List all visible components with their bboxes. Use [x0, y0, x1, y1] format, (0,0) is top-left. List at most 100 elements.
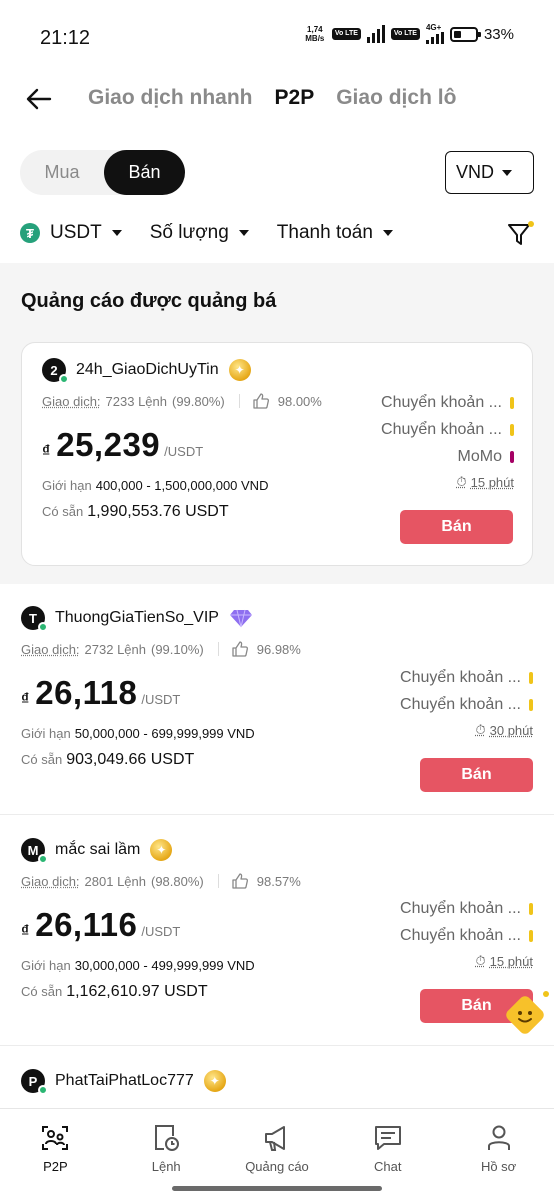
- avatar[interactable]: M: [21, 838, 48, 864]
- completion-rate: (99.80%): [172, 393, 225, 409]
- sell-toggle-button[interactable]: Bán: [104, 150, 185, 195]
- sell-button[interactable]: Bán: [420, 758, 533, 792]
- payment-method-label: Chuyển khoản ...: [400, 926, 521, 944]
- tether-icon: ₮: [20, 223, 40, 243]
- asset-filter-label: USDT: [50, 222, 102, 243]
- currency-symbol: ₫: [21, 691, 30, 708]
- network-type: 4G+: [425, 23, 442, 32]
- ad-info: T ThuongGiaTienSo_VIP Giao dịch: 2732 Lệ…: [21, 606, 351, 769]
- bank-color-bar: [529, 698, 533, 711]
- orders-icon: [155, 1125, 180, 1151]
- time-limit: ⏱ 30 phút: [400, 722, 533, 738]
- nav-p2p[interactable]: P2P: [0, 1109, 111, 1200]
- signal-icon: [366, 25, 385, 43]
- avatar-letter: M: [27, 842, 39, 858]
- caret-down-icon: [502, 169, 513, 176]
- payment-method: Chuyển khoản ...: [400, 664, 533, 691]
- chat-icon: [374, 1126, 401, 1150]
- net-speed: 1,74 MB/s: [304, 25, 326, 43]
- payment-filter[interactable]: Thanh toán: [277, 222, 393, 244]
- payment-method: Chuyển khoản ...: [400, 895, 533, 922]
- payment-method-label: Chuyển khoản ...: [400, 899, 521, 917]
- bank-color-bar: [529, 929, 533, 942]
- tab-p2p[interactable]: P2P: [275, 86, 315, 110]
- avatar[interactable]: P: [21, 1069, 48, 1095]
- momo-color-bar: [510, 450, 514, 463]
- positive-rating: 98.00%: [277, 393, 322, 409]
- status-bar: 21:12 1,74 MB/s Vo LTE Vo LTE 4G+ 33%: [0, 0, 554, 76]
- asset-filter[interactable]: ₮ USDT: [20, 222, 122, 244]
- signal-bars: [425, 32, 444, 44]
- funnel-filter-icon[interactable]: [506, 220, 534, 248]
- thumbs-up-icon: [232, 873, 248, 889]
- fiat-currency-value: VND: [456, 162, 495, 182]
- mascot-assistant-icon[interactable]: [500, 990, 550, 1040]
- gold-badge-icon: ✦: [150, 839, 173, 861]
- bank-color-bar: [510, 423, 514, 436]
- available-label: Có sẵn: [21, 984, 63, 999]
- ad-price: 26,118: [35, 674, 138, 711]
- bank-color-bar: [510, 396, 514, 409]
- buy-toggle-button[interactable]: Mua: [20, 150, 104, 195]
- payment-method-label: Chuyển khoản ...: [381, 420, 502, 438]
- megaphone-icon: [264, 1126, 285, 1151]
- advertiser-name[interactable]: mắc sai lầm: [55, 841, 140, 859]
- fiat-currency-select[interactable]: VND: [445, 151, 534, 194]
- online-status-dot: [38, 1085, 48, 1095]
- completion-rate: (98.80%): [151, 873, 204, 889]
- online-status-dot: [59, 374, 69, 384]
- nav-profile-label: Hồ sơ: [480, 1159, 517, 1174]
- time-limit: ⏱ 15 phút: [400, 953, 533, 969]
- time-limit-value: 15 phút: [470, 474, 514, 490]
- nav-profile[interactable]: Hồ sơ: [443, 1109, 554, 1200]
- available-label: Có sẵn: [42, 504, 84, 519]
- advertiser-name[interactable]: 24h_GiaoDichUyTin: [76, 361, 219, 379]
- price-unit: /USDT: [141, 924, 181, 939]
- status-icons: 1,74 MB/s Vo LTE Vo LTE 4G+ 33%: [304, 24, 514, 44]
- currency-symbol: ₫: [21, 923, 30, 940]
- back-arrow-icon[interactable]: [24, 84, 54, 114]
- avatar-letter: 2: [50, 362, 58, 378]
- amount-filter-label: Số lượng: [149, 222, 229, 243]
- trade-count: 2732 Lệnh: [84, 641, 146, 657]
- payment-method-label: Chuyển khoản ...: [400, 695, 521, 713]
- advertiser-name[interactable]: ThuongGiaTienSo_VIP: [55, 609, 219, 627]
- ad-price: 25,239: [56, 426, 161, 463]
- volte-icon: Vo LTE: [390, 28, 420, 40]
- payment-method: Chuyển khoản ...: [400, 691, 533, 718]
- battery-icon: [449, 26, 481, 42]
- limit-label: Giới hạn: [42, 478, 92, 493]
- trades-label: Giao dịch:: [42, 393, 101, 409]
- advertiser-name[interactable]: PhatTaiPhatLoc777: [55, 1072, 194, 1090]
- tab-quick-trade[interactable]: Giao dịch nhanh: [88, 86, 253, 110]
- bank-color-bar: [529, 671, 533, 684]
- trade-count: 2801 Lệnh: [84, 873, 146, 889]
- battery-percent: 33%: [483, 25, 514, 43]
- avatar[interactable]: T: [21, 606, 48, 632]
- time-limit: ⏱ 15 phút: [381, 474, 514, 490]
- payment-method-label: Chuyển khoản ...: [381, 393, 502, 411]
- available-amount: 1,990,553.76 USDT: [87, 503, 229, 520]
- top-tabs: Giao dịch nhanh P2P Giao dịch lô: [88, 86, 456, 110]
- avatar[interactable]: 2: [42, 358, 69, 384]
- thumbs-up-icon: [232, 641, 248, 657]
- sell-button[interactable]: Bán: [400, 510, 513, 544]
- currency-symbol: ₫: [42, 443, 51, 460]
- payment-method: Chuyển khoản ...: [381, 389, 514, 416]
- nav-chat-label: Chat: [374, 1159, 402, 1174]
- limit-label: Giới hạn: [21, 726, 71, 741]
- diamond-badge-icon: [229, 609, 252, 628]
- home-indicator[interactable]: [172, 1186, 382, 1191]
- available-amount: 903,049.66 USDT: [66, 751, 195, 768]
- positive-rating: 96.98%: [256, 641, 301, 657]
- limit-range: 50,000,000 - 699,999,999 VND: [74, 726, 255, 741]
- price-unit: /USDT: [141, 692, 181, 707]
- amount-filter[interactable]: Số lượng: [150, 222, 249, 244]
- ad-price: 26,116: [35, 906, 138, 943]
- bank-color-bar: [529, 902, 533, 915]
- clock: 21:12: [40, 27, 91, 49]
- tab-block-trade[interactable]: Giao dịch lô: [336, 86, 456, 110]
- net-speed-unit: MB/s: [305, 34, 325, 43]
- timer-icon: ⏱: [456, 474, 467, 489]
- ad-info: P PhatTaiPhatLoc777 ✦: [21, 1069, 351, 1095]
